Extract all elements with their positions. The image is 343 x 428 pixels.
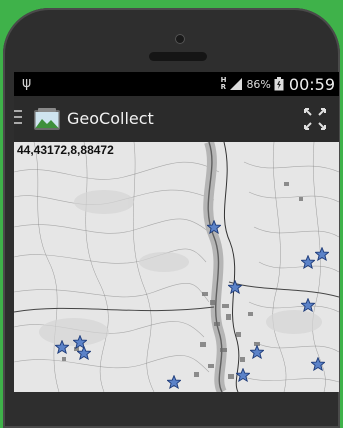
- device-screen: ψ H R 86% 00:59 GeoCollect 44,43172,8,88…: [14, 72, 339, 392]
- star-marker-icon[interactable]: [301, 298, 315, 312]
- star-marker-icon[interactable]: [311, 357, 325, 371]
- star-marker-icon[interactable]: [167, 375, 181, 389]
- star-marker-icon[interactable]: [250, 345, 264, 359]
- app-logo-icon[interactable]: [34, 108, 60, 130]
- action-bar: GeoCollect: [14, 96, 339, 143]
- star-marker-icon[interactable]: [301, 255, 315, 269]
- coordinates-readout: 44,43172,8,88472: [17, 143, 114, 157]
- earpiece-speaker: [149, 52, 207, 61]
- map-view[interactable]: 44,43172,8,88472: [14, 142, 339, 392]
- star-marker-icon[interactable]: [315, 247, 329, 261]
- drawer-menu-icon[interactable]: [14, 110, 22, 128]
- network-type: H R: [221, 77, 227, 91]
- star-marker-icon[interactable]: [207, 220, 221, 234]
- usb-icon: ψ: [22, 75, 32, 91]
- front-camera: [175, 34, 185, 44]
- star-marker-icon[interactable]: [77, 346, 91, 360]
- status-bar: ψ H R 86% 00:59: [14, 72, 339, 96]
- star-marker-icon[interactable]: [55, 340, 69, 354]
- signal-icon: [230, 78, 243, 90]
- battery-icon: [274, 77, 284, 91]
- star-marker-icon[interactable]: [236, 368, 250, 382]
- network-type-bottom: R: [220, 83, 226, 91]
- status-icons: H R 86% 00:59: [221, 74, 335, 94]
- clock: 00:59: [288, 74, 335, 94]
- app-title: GeoCollect: [67, 109, 154, 128]
- fullscreen-icon[interactable]: [303, 107, 327, 131]
- topographic-map: [14, 142, 339, 392]
- battery-percentage: 86%: [246, 77, 271, 91]
- star-marker-icon[interactable]: [228, 280, 242, 294]
